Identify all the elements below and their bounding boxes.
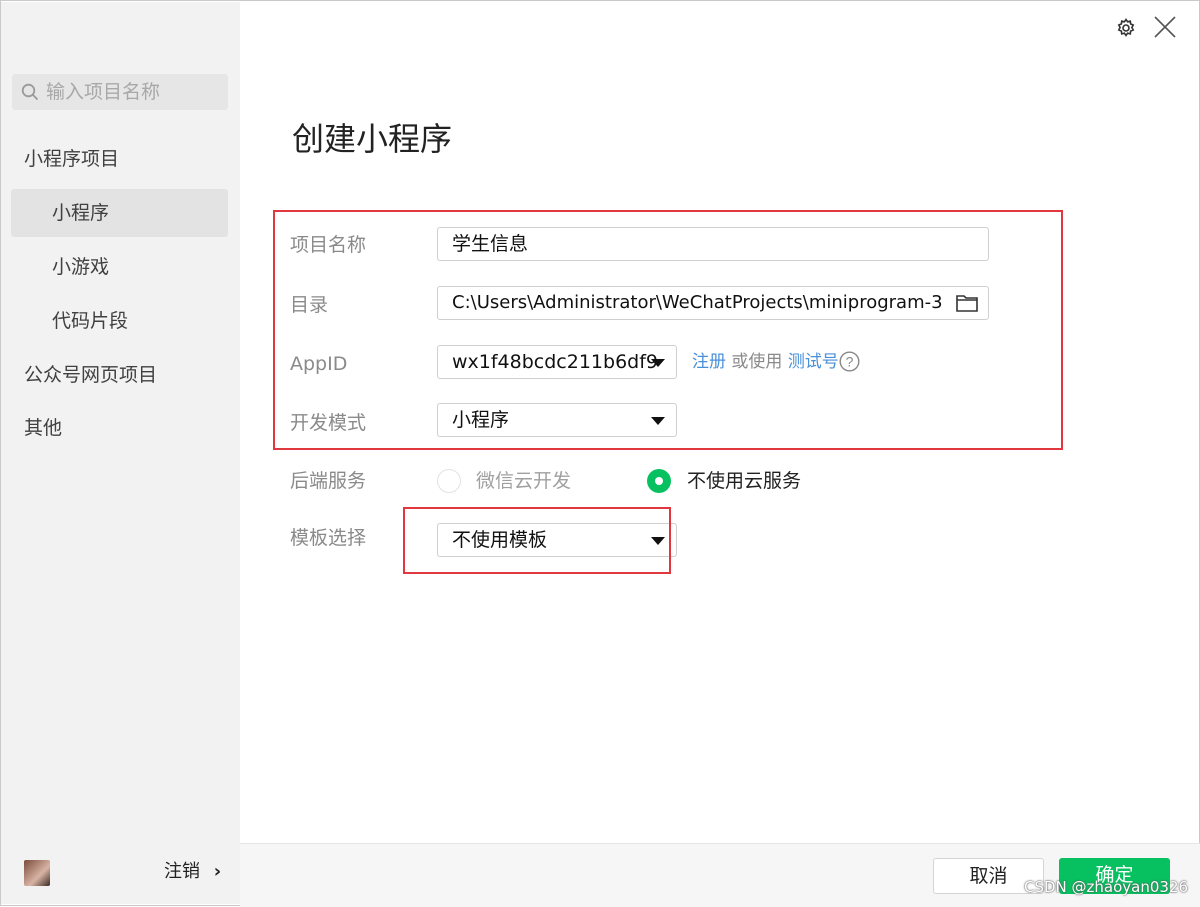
gear-icon[interactable] (1116, 18, 1136, 38)
sidebar-section-miniprogram[interactable]: 小程序项目 (0, 147, 239, 171)
radio-no-cloud[interactable] (647, 469, 671, 493)
project-search-input[interactable]: 输入项目名称 (12, 74, 228, 110)
logout-label: 注销 (164, 861, 200, 882)
annotation-box-template (403, 507, 671, 574)
close-icon[interactable] (1154, 16, 1176, 38)
chevron-right-icon: › (213, 861, 222, 882)
sidebar-item-code-snippet[interactable]: 代码片段 (0, 309, 239, 333)
avatar[interactable] (24, 860, 50, 886)
search-placeholder: 输入项目名称 (46, 81, 161, 103)
sidebar-section-other[interactable]: 其他 (0, 416, 239, 440)
logout-button[interactable]: 注销 › (164, 860, 221, 884)
backend-label: 后端服务 (290, 470, 367, 492)
annotation-box-main-fields (273, 210, 1063, 450)
sidebar-item-label: 小程序 (52, 202, 110, 224)
radio-dot (655, 477, 663, 485)
backend-option-none[interactable]: 不使用云服务 (687, 468, 801, 494)
search-icon (21, 83, 39, 101)
sidebar-section-official-account[interactable]: 公众号网页项目 (0, 363, 239, 387)
backend-option-cloud[interactable]: 微信云开发 (476, 468, 571, 494)
sidebar (1, 2, 240, 904)
sidebar-item-miniprogram[interactable]: 小程序 (11, 189, 228, 237)
page-title: 创建小程序 (292, 120, 453, 158)
radio-cloud-dev[interactable] (437, 469, 461, 493)
watermark: CSDN @zhaoyan0326 (1024, 878, 1189, 896)
template-label: 模板选择 (290, 527, 367, 549)
dialog-footer (240, 843, 1200, 907)
sidebar-item-minigame[interactable]: 小游戏 (0, 255, 239, 279)
